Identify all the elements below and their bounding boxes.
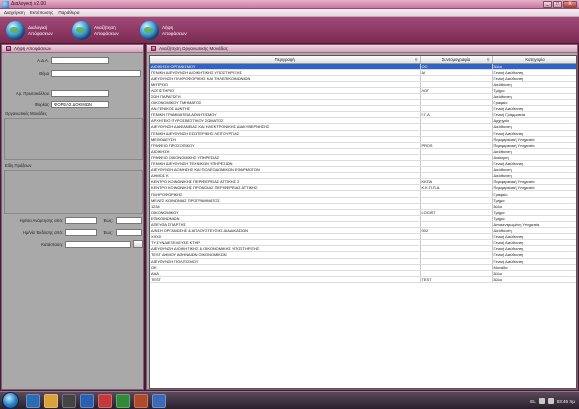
language-indicator[interactable]: EL bbox=[530, 399, 536, 404]
filter-icon[interactable]: ⚲ bbox=[487, 57, 490, 62]
arprot-label: Αρ. Πρωτοκόλλου bbox=[15, 91, 49, 96]
katastasi-select[interactable] bbox=[65, 241, 131, 248]
ada-label: Α.Δ.Α. bbox=[37, 58, 49, 63]
panel-header: Λήψη Αποφάσεων bbox=[2, 45, 143, 53]
window-title: Διαλογική v2.00 bbox=[11, 1, 47, 7]
globe-icon bbox=[6, 21, 25, 40]
window-controls: _ □ X bbox=[543, 1, 577, 8]
toolbar-button-lipsi[interactable]: Λήψη Αποφάσεων bbox=[140, 20, 192, 41]
column-header-label: Κατηγορία bbox=[525, 56, 545, 62]
date-ekdosis-to-label: Έως: bbox=[103, 230, 113, 235]
column-header-description[interactable]: Περιγραφή ⚲ bbox=[150, 56, 421, 64]
minimize-button[interactable]: _ bbox=[543, 1, 552, 8]
column-header-label: Συντομογραφία bbox=[441, 56, 471, 62]
panel-title: Αναζήτηση Οργανωτικής Μονάδας bbox=[159, 46, 228, 51]
org-units-box[interactable] bbox=[4, 118, 143, 160]
date-ekdosis-row: Ημ/νία Έκδοσης από: Έως: bbox=[2, 229, 145, 237]
globe-icon bbox=[72, 21, 91, 40]
date-anartisis-label: Ημ/νία Ανάρτησης από: bbox=[19, 218, 63, 223]
act-types-label: Είδη Πράξεων bbox=[5, 163, 32, 168]
date-ekdosis-label: Ημ/νία Έκδοσης από: bbox=[22, 230, 63, 235]
folder-icon[interactable] bbox=[44, 394, 58, 408]
panel-header: Αναζήτηση Οργανωτικής Μονάδας bbox=[147, 45, 577, 53]
workspace: Λήψη Αποφάσεων Α.Δ.Α. Θέμα Αρ. Πρωτοκόλλ… bbox=[0, 44, 579, 391]
toolbar-button-dialogiki[interactable]: Διαλογική Απόφασεων bbox=[6, 20, 58, 41]
date-anartisis-row: Ημ/νία Ανάρτησης από: Έως: bbox=[2, 217, 145, 225]
system-tray: EL 03:46 πμ bbox=[530, 394, 575, 408]
date-anartisis-from[interactable] bbox=[65, 217, 97, 224]
decisions-panel: Λήψη Αποφάσεων Α.Δ.Α. Θέμα Αρ. Πρωτοκόλλ… bbox=[1, 44, 144, 390]
word-icon[interactable] bbox=[80, 394, 94, 408]
menu-item-ektyposeis[interactable]: Εκτύπωσης bbox=[30, 10, 54, 15]
excel-icon[interactable] bbox=[116, 394, 130, 408]
cell-description: TEST bbox=[150, 276, 421, 283]
menu-item-parathyra[interactable]: Παράθυρα bbox=[58, 10, 79, 15]
menu-item-diaxeirisi[interactable]: Διαχείριση bbox=[4, 10, 25, 15]
katastasi-row: Κατάσταση: bbox=[2, 240, 145, 249]
filter-icon[interactable]: ⚲ bbox=[415, 57, 418, 62]
date-ekdosis-from[interactable] bbox=[65, 229, 97, 236]
toolbar-label: Διαλογική Απόφασεων bbox=[28, 25, 53, 36]
panel-icon bbox=[6, 46, 11, 51]
acrobat-icon[interactable] bbox=[98, 394, 112, 408]
org-units-search-panel: Αναζήτηση Οργανωτικής Μονάδας Περιγραφή ⚲… bbox=[146, 44, 578, 390]
foreas-input[interactable]: ΦΟΡΕΑΣ ΔΟΚΙΜΩΝ bbox=[51, 101, 109, 108]
table-body: ΔΙΟΙΚΗΣΗ ΟΡΓΑΝΙΣΜΟΥ ΟΟ Άλλο ΓΕΝΙΚΗ ΔΙΕΥΘΥΝΣ… bbox=[150, 63, 576, 283]
panel-icon bbox=[151, 46, 156, 51]
app-icon bbox=[2, 1, 9, 8]
act-types-box[interactable] bbox=[4, 170, 143, 214]
globe-icon bbox=[140, 21, 159, 40]
date-ekdosis-to[interactable] bbox=[116, 229, 142, 236]
panel-title: Λήψη Αποφάσεων bbox=[14, 46, 51, 51]
foreas-row: Φορέας ΦΟΡΕΑΣ ΔΟΚΙΜΩΝ bbox=[2, 101, 145, 109]
thema-label: Θέμα bbox=[39, 71, 49, 76]
org-units-label: Οργανωτικές Μονάδες bbox=[5, 111, 47, 116]
taskbar: EL 03:46 πμ bbox=[0, 391, 579, 409]
cell-abbreviation: TEST bbox=[420, 276, 493, 283]
clock[interactable]: 03:46 πμ bbox=[557, 399, 575, 404]
thema-row: Θέμα bbox=[2, 70, 145, 78]
powerpoint-icon[interactable] bbox=[134, 394, 148, 408]
toolbar: Διαλογική Απόφασεων Αναζήτηση Αποφάσεων … bbox=[0, 17, 579, 44]
table-header-row: Περιγραφή ⚲ Συντομογραφία ⚲ Κατηγορία bbox=[150, 56, 576, 64]
column-header-category[interactable]: Κατηγορία bbox=[492, 56, 576, 64]
arprot-input[interactable] bbox=[51, 90, 109, 97]
ada-row: Α.Δ.Α. bbox=[2, 57, 145, 65]
foreas-label: Φορέας bbox=[34, 102, 49, 107]
org-units-table: Περιγραφή ⚲ Συντομογραφία ⚲ Κατηγορία ΔΙΟΙ… bbox=[150, 56, 576, 283]
start-button[interactable] bbox=[2, 392, 19, 409]
app-globe-icon[interactable] bbox=[152, 394, 166, 408]
ie-icon[interactable] bbox=[26, 394, 40, 408]
table-row[interactable]: TEST TEST Άλλο bbox=[150, 276, 576, 283]
close-button[interactable]: X bbox=[563, 1, 577, 8]
title-bar: Διαλογική v2.00 _ □ X bbox=[0, 0, 579, 9]
menu-bar: Διαχείριση Εκτύπωσης Παράθυρα bbox=[0, 9, 579, 17]
column-header-label: Περιγραφή bbox=[274, 56, 295, 62]
ada-input[interactable] bbox=[51, 57, 109, 64]
arprot-row: Αρ. Πρωτοκόλλου bbox=[2, 90, 145, 98]
volume-icon[interactable] bbox=[547, 398, 554, 404]
network-icon[interactable] bbox=[538, 398, 545, 404]
org-units-grid[interactable]: Περιγραφή ⚲ Συντομογραφία ⚲ Κατηγορία ΔΙΟΙ… bbox=[149, 55, 577, 389]
toolbar-label: Λήψη Αποφάσεων bbox=[162, 25, 187, 36]
katastasi-dropdown-button[interactable] bbox=[133, 240, 143, 248]
column-header-abbreviation[interactable]: Συντομογραφία ⚲ bbox=[420, 56, 493, 64]
maximize-button[interactable]: □ bbox=[553, 1, 562, 8]
date-anartisis-to-label: Έως: bbox=[103, 218, 113, 223]
katastasi-label: Κατάσταση: bbox=[41, 242, 63, 247]
thema-input[interactable] bbox=[51, 70, 141, 77]
media-icon[interactable] bbox=[62, 394, 76, 408]
date-anartisis-to[interactable] bbox=[116, 217, 142, 224]
cell-category: Άλλο bbox=[492, 276, 576, 283]
toolbar-label: Αναζήτηση Αποφάσεων bbox=[94, 25, 119, 36]
toolbar-button-anazitisi[interactable]: Αναζήτηση Αποφάσεων bbox=[72, 20, 124, 41]
